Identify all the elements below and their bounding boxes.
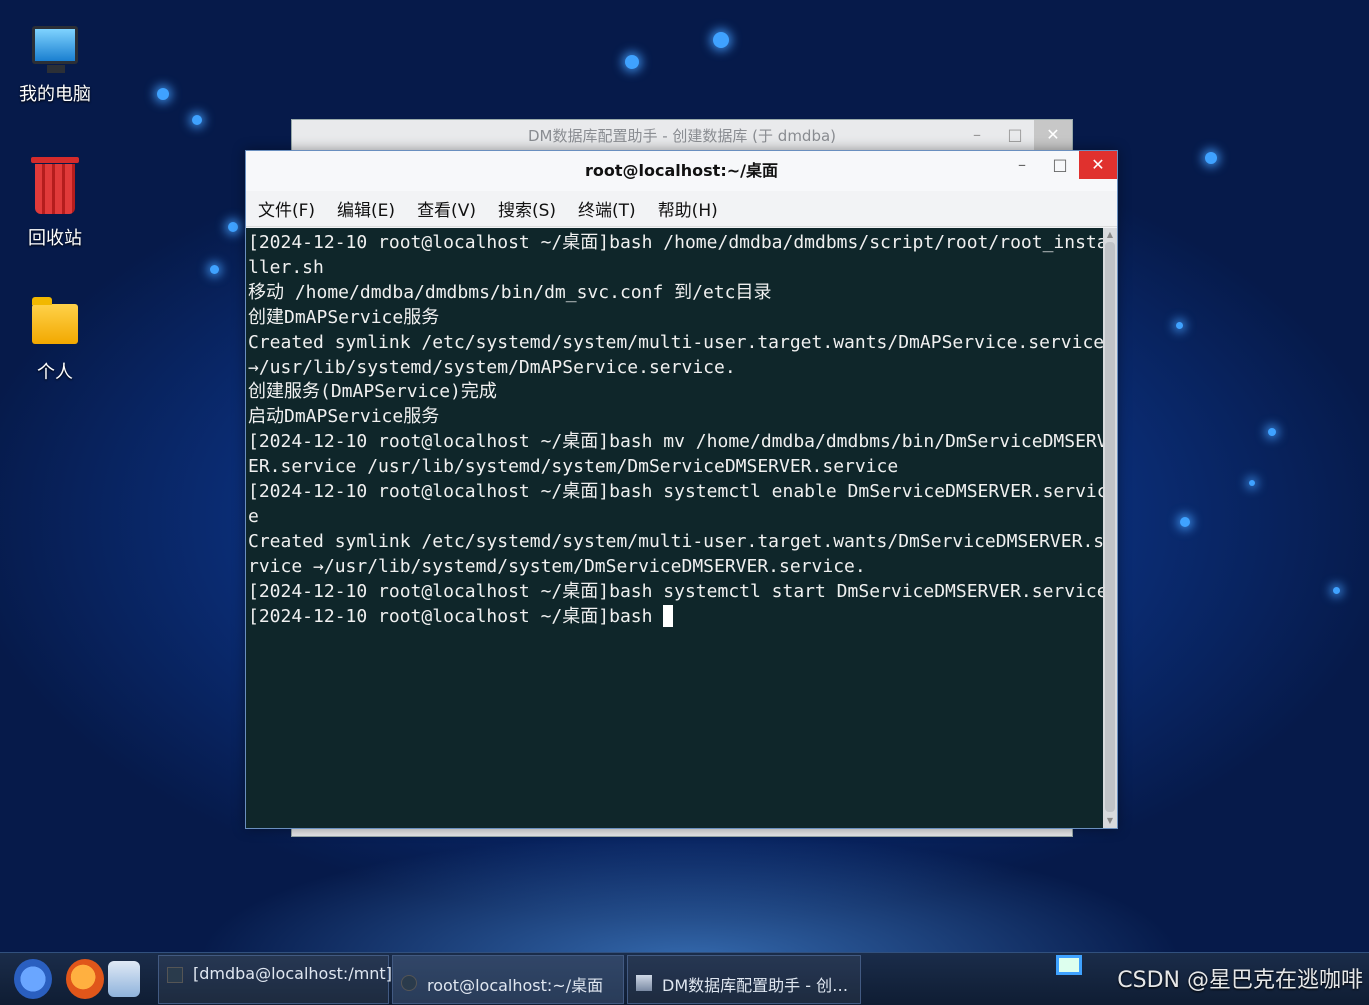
menu-file[interactable]: 文件(F) [258,196,315,221]
menu-search[interactable]: 搜索(S) [498,196,556,221]
terminal-line: →/usr/lib/systemd/system/DmAPService.ser… [248,356,736,378]
scroll-up-icon[interactable]: ▲ [1103,228,1117,242]
background-light [1176,322,1183,329]
terminal-line: 启动DmAPService服务 [248,406,440,428]
window-title: root@localhost:~/桌面 [585,161,778,180]
maximize-button[interactable]: □ [996,120,1034,150]
terminal-line: e [248,505,259,527]
background-light [1249,480,1255,486]
menu-edit[interactable]: 编辑(E) [337,196,395,221]
taskbar-item-dm-config[interactable]: DM数据库配置助手 - 创… [627,955,861,1004]
home-folder-icon [32,297,78,344]
start-menu-button[interactable] [14,959,52,999]
terminal-output[interactable]: [2024-12-10 root@localhost ~/桌面]bash /ho… [246,228,1104,828]
terminal-icon [401,975,417,991]
background-light [192,115,202,125]
terminal-icon [167,967,183,983]
maximize-button[interactable]: □ [1041,151,1079,179]
background-light [713,32,729,48]
terminal-line: [2024-12-10 root@localhost ~/桌面]bash mv … [248,431,1104,453]
terminal-line: ER.service /usr/lib/systemd/system/DmSer… [248,456,899,478]
desktop-icon-home[interactable]: 个人 [10,297,100,384]
background-light [210,265,219,274]
desktop-icon-label: 我的电脑 [19,84,91,105]
computer-icon [32,26,78,73]
terminal-line: rvice →/usr/lib/systemd/system/DmService… [248,555,866,577]
terminal-line: Created symlink /etc/systemd/system/mult… [248,331,1104,353]
watermark: CSDN @星巴克在逃咖啡 [1117,968,1363,993]
terminal-line: Created symlink /etc/systemd/system/mult… [248,530,1104,552]
minimize-button[interactable]: – [1003,151,1041,179]
taskbar-item-root-terminal[interactable]: root@localhost:~/桌面 [392,955,624,1004]
background-light [1268,428,1276,436]
terminal-prompt: [2024-12-10 root@localhost ~/桌面]bash [248,605,664,627]
terminal-line: 移动 /home/dmdba/dmdbms/bin/dm_svc.conf 到/… [248,281,772,303]
terminal-line: 创建DmAPService服务 [248,306,440,328]
menu-help[interactable]: 帮助(H) [658,196,718,221]
taskbar-item-label: root@localhost:~/桌面 [427,976,604,995]
terminal-line: [2024-12-10 root@localhost ~/桌面]bash sys… [248,481,1104,503]
terminal-prompt-line[interactable]: [2024-12-10 root@localhost ~/桌面]bash [248,604,1104,630]
terminal-line: ller.sh [248,256,324,278]
taskbar-item-label: [dmdba@localhost:/mnt] [193,964,392,983]
terminal-line: [2024-12-10 root@localhost ~/桌面]bash /ho… [248,232,1104,253]
menu-bar: 文件(F) 编辑(E) 查看(V) 搜索(S) 终端(T) 帮助(H) [246,191,1117,227]
text-cursor [663,604,674,627]
desktop-icon-label: 个人 [37,362,73,383]
minimize-button[interactable]: – [958,120,996,150]
window-title: DM数据库配置助手 - 创建数据库 (于 dmdba) [527,127,837,145]
trash-icon [31,157,79,214]
taskbar-item-label: DM数据库配置助手 - 创… [662,976,849,995]
menu-view[interactable]: 查看(V) [417,196,476,221]
desktop-icon-my-computer[interactable]: 我的电脑 [10,26,100,106]
window-titlebar[interactable]: DM数据库配置助手 - 创建数据库 (于 dmdba) – □ ✕ [292,120,1072,152]
vertical-scrollbar[interactable]: ▲ ▼ [1103,228,1117,828]
background-light [228,222,238,232]
menu-terminal[interactable]: 终端(T) [578,196,636,221]
app-icon [636,975,652,991]
close-button[interactable]: ✕ [1079,151,1117,179]
window-titlebar[interactable]: root@localhost:~/桌面 – □ ✕ [246,151,1117,191]
firefox-icon[interactable] [66,959,104,999]
background-light [1205,152,1217,164]
background-light [1180,517,1190,527]
terminal-line: [2024-12-10 root@localhost ~/桌面]bash sys… [248,580,1104,602]
background-light [157,88,169,100]
desktop-icon-trash[interactable]: 回收站 [10,157,100,250]
display-icon[interactable] [1056,955,1082,975]
scrollbar-thumb[interactable] [1105,242,1115,812]
background-light [625,55,639,69]
terminal-line: 创建服务(DmAPService)完成 [248,381,497,403]
desktop-icon-label: 回收站 [28,228,82,249]
taskbar-item-dmdba-terminal[interactable]: [dmdba@localhost:/mnt] [158,955,392,1004]
scroll-down-icon[interactable]: ▼ [1103,814,1117,828]
file-manager-icon[interactable] [108,961,140,997]
terminal-window[interactable]: root@localhost:~/桌面 – □ ✕ 文件(F) 编辑(E) 查看… [245,150,1118,829]
close-button[interactable]: ✕ [1034,120,1072,150]
background-light [1333,587,1340,594]
